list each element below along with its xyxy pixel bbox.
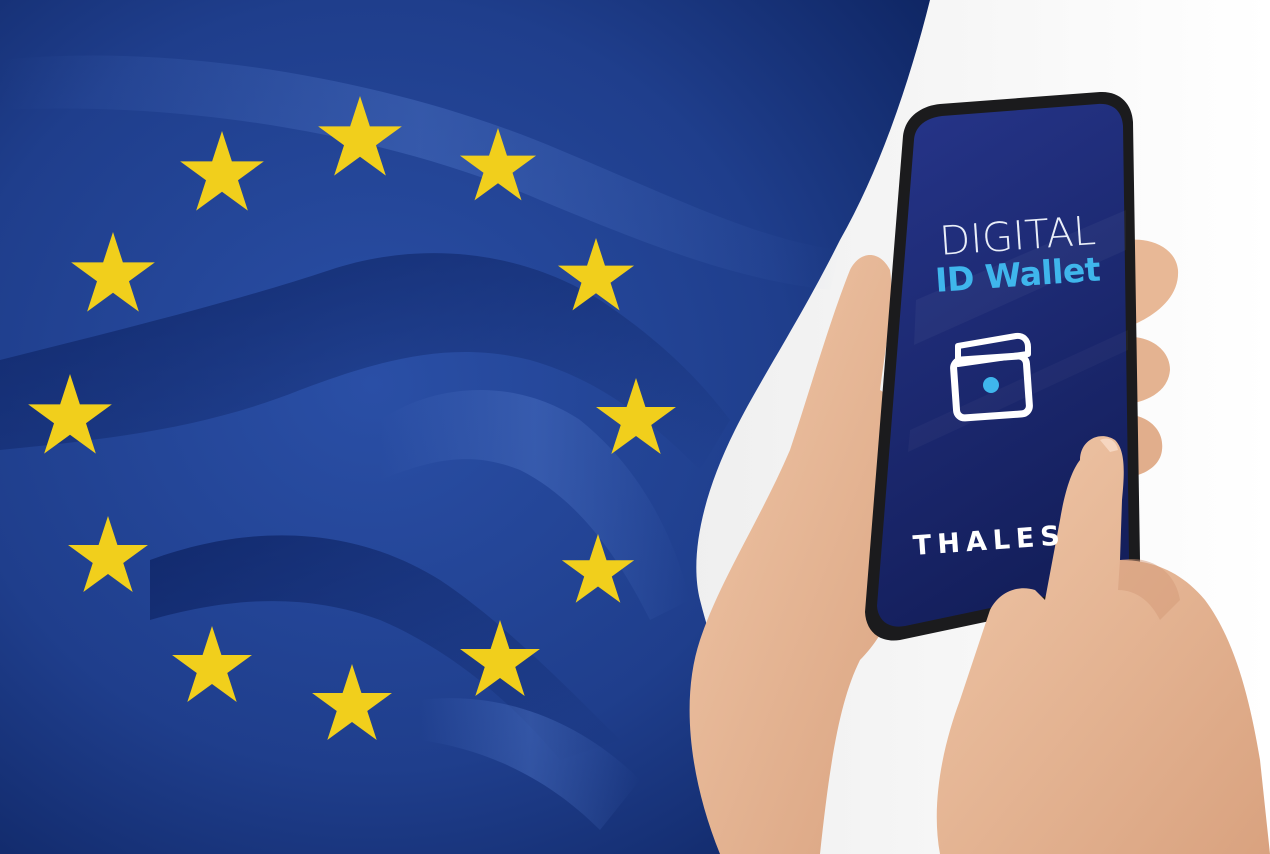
- scene-artwork: [0, 0, 1270, 854]
- eu-digital-id-wallet-scene: DIGITAL ID Wallet THALES: [0, 0, 1270, 854]
